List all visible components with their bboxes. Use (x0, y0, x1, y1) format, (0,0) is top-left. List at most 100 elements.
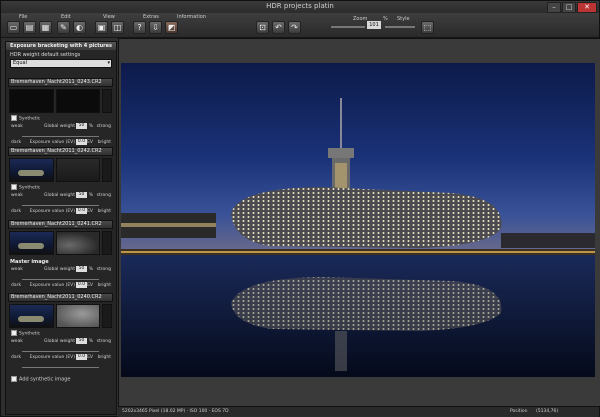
global-weight-slider[interactable] (22, 279, 99, 280)
exposure-group: Bremerhaven_Nacht2011_0240.CR2 Synthetic… (8, 293, 113, 370)
exposure-label: Exposure value (EV) (29, 355, 75, 360)
zoom-label: Zoom (353, 16, 368, 22)
global-weight-slider[interactable] (22, 136, 99, 137)
dark-label: dark (11, 283, 22, 288)
ev-unit: EV (87, 209, 93, 214)
percent-unit: % (88, 193, 93, 198)
weight-thumbnail[interactable] (55, 231, 101, 255)
position-value: (5134,76) (536, 409, 559, 414)
histogram-bar (102, 231, 112, 255)
image-thumbnail[interactable] (9, 231, 54, 255)
ev-unit: EV (87, 355, 93, 360)
fit-icon[interactable]: ⊡ (256, 21, 269, 34)
exposure-slider[interactable] (22, 367, 99, 368)
global-weight-field[interactable]: 50 (76, 123, 87, 129)
hdr-icon[interactable]: ◩ (165, 21, 178, 34)
synthetic-checkbox[interactable] (11, 184, 17, 190)
zoom-unit: % (383, 16, 388, 22)
add-synthetic-checkbox[interactable] (11, 376, 17, 382)
chevron-down-icon: ▾ (107, 60, 110, 66)
info-icon[interactable]: ? (133, 21, 146, 34)
weight-thumbnail[interactable] (55, 89, 101, 113)
edit-icon[interactable]: ✎ (57, 21, 70, 34)
image-filename[interactable]: Bremerhaven_Nacht2011_0240.CR2 (8, 293, 113, 302)
maximize-button[interactable]: □ (562, 2, 576, 13)
bright-label: bright (97, 355, 111, 360)
hdr-preview-image[interactable] (121, 63, 595, 377)
synthetic-checkbox[interactable] (11, 115, 17, 121)
menu-file[interactable]: File (19, 14, 27, 20)
weight-thumbnail[interactable] (55, 304, 101, 328)
view-icon[interactable]: ▣ (95, 21, 108, 34)
menu-edit[interactable]: Edit (61, 14, 71, 20)
style-slider[interactable] (385, 26, 415, 28)
strong-label: strong (96, 267, 111, 272)
percent-unit: % (88, 124, 93, 129)
exposure-label: Exposure value (EV) (29, 283, 75, 288)
position-label: Position (510, 409, 528, 414)
weight-select[interactable]: Equal ▾ (10, 59, 112, 68)
zoom-field[interactable]: 101 (367, 21, 381, 29)
strong-label: strong (96, 339, 111, 344)
dark-label: dark (11, 140, 22, 145)
weight-thumbnail[interactable] (55, 158, 101, 182)
app-window: HDR projects platin – □ ✕ File Edit View… (0, 0, 600, 417)
adjust-icon[interactable]: ◐ (73, 21, 86, 34)
menu-extras[interactable]: Extras (143, 14, 159, 20)
exposure-group: Bremerhaven_Nacht2011_0243.CR2 Synthetic… (8, 78, 113, 155)
menu-view[interactable]: View (103, 14, 115, 20)
synthetic-label: Synthetic (19, 116, 41, 122)
dark-label: dark (11, 209, 22, 214)
global-weight-label: Global weight (44, 339, 75, 344)
global-weight-field[interactable]: 50 (76, 338, 87, 344)
exposure-label: Exposure value (EV) (29, 140, 75, 145)
exposure-field[interactable]: 0.0 (76, 282, 87, 288)
save-icon[interactable]: ▦ (39, 21, 52, 34)
zoom-slider[interactable] (331, 26, 365, 28)
synthetic-label: Synthetic (19, 185, 41, 191)
rotate-left-icon[interactable]: ↶ (272, 21, 285, 34)
image-thumbnail[interactable] (9, 304, 54, 328)
global-weight-label: Global weight (44, 124, 75, 129)
open-icon[interactable]: ▤ (23, 21, 36, 34)
global-weight-field[interactable]: 50 (76, 266, 87, 272)
style-label: Style (397, 16, 410, 22)
bright-label: bright (97, 140, 111, 145)
ev-unit: EV (87, 283, 93, 288)
rotate-right-icon[interactable]: ↷ (288, 21, 301, 34)
weak-label: weak (11, 267, 23, 272)
add-synthetic-label: Add synthetic image (19, 376, 71, 383)
percent-unit: % (88, 267, 93, 272)
synthetic-checkbox[interactable] (11, 330, 17, 336)
global-weight-field[interactable]: 50 (76, 192, 87, 198)
strong-label: strong (96, 193, 111, 198)
compare-icon[interactable]: ◫ (111, 21, 124, 34)
synthetic-label: Synthetic (19, 331, 41, 337)
export-icon[interactable]: ⇩ (149, 21, 162, 34)
weight-select-value: Equal (13, 60, 27, 66)
weak-label: weak (11, 193, 23, 198)
dark-label: dark (11, 355, 22, 360)
fullscreen-icon[interactable]: ⬚ (421, 21, 434, 34)
weight-header: HDR weight default settings (10, 52, 81, 58)
minimize-button[interactable]: – (547, 2, 561, 13)
menu-information[interactable]: Information (177, 14, 206, 20)
master-image-label: Master image (10, 259, 49, 265)
exposure-field[interactable]: 0.0 (76, 208, 87, 214)
exposure-panel: Exposure bracketing with 4 pictures HDR … (5, 41, 117, 415)
night-harbor-photo (121, 63, 595, 377)
image-filename[interactable]: Bremerhaven_Nacht2011_0242.CR2 (8, 147, 113, 156)
close-button[interactable]: ✕ (577, 2, 597, 13)
image-thumbnail[interactable] (9, 89, 54, 113)
global-weight-slider[interactable] (22, 351, 99, 352)
global-weight-slider[interactable] (22, 205, 99, 206)
image-filename[interactable]: Bremerhaven_Nacht2011_0241.CR2 (8, 220, 113, 229)
exposure-field[interactable]: 0.0 (76, 354, 87, 360)
new-project-icon[interactable]: ▭ (7, 21, 20, 34)
image-filename[interactable]: Bremerhaven_Nacht2011_0243.CR2 (8, 78, 113, 87)
histogram-bar (102, 158, 112, 182)
image-thumbnail[interactable] (9, 158, 54, 182)
add-synthetic-row[interactable]: Add synthetic image (8, 376, 70, 383)
exposure-field[interactable]: 0.0 (76, 139, 87, 145)
window-title: HDR projects platin (266, 2, 334, 10)
